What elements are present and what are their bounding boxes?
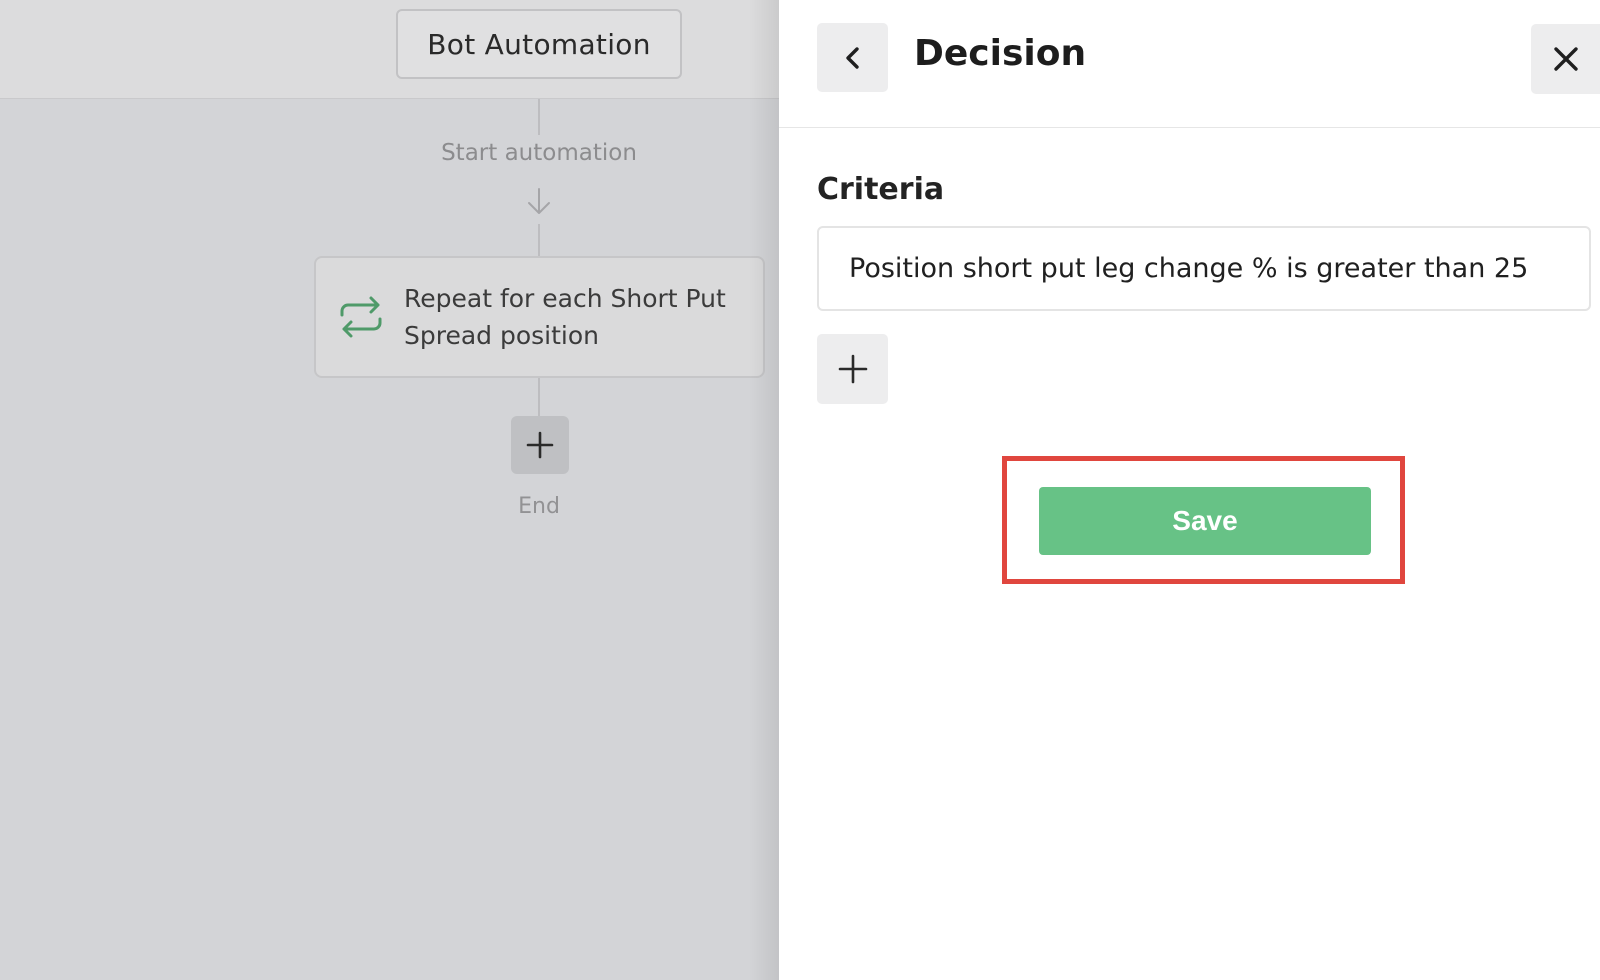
close-icon xyxy=(1553,47,1578,71)
save-button[interactable]: Save xyxy=(1039,487,1371,555)
end-label: End xyxy=(518,494,560,519)
panel-header: Decision xyxy=(779,0,1600,128)
decision-panel: Decision Criteria Position short put leg… xyxy=(779,0,1600,980)
loop-step-label-line2: Spread position xyxy=(404,321,600,350)
panel-shadow xyxy=(749,0,779,980)
automation-canvas: Bot Automation Start automation Repeat f… xyxy=(0,0,779,980)
connector-line xyxy=(538,224,540,256)
arrow-down-icon xyxy=(528,188,550,214)
loop-step-label: Repeat for each Short Put Spread positio… xyxy=(404,280,726,354)
add-criteria-button[interactable] xyxy=(817,334,888,404)
canvas-header: Bot Automation xyxy=(0,0,779,99)
start-automation-label: Start automation xyxy=(441,140,637,166)
automation-title[interactable]: Bot Automation xyxy=(396,9,682,79)
chevron-left-icon xyxy=(845,46,859,69)
close-button[interactable] xyxy=(1531,24,1600,94)
add-step-button[interactable] xyxy=(511,416,569,474)
loop-step-node[interactable]: Repeat for each Short Put Spread positio… xyxy=(314,256,765,378)
plus-icon xyxy=(526,431,554,459)
criteria-label: Criteria xyxy=(817,172,945,207)
plus-icon xyxy=(838,354,867,384)
loop-icon xyxy=(340,296,382,338)
connector-line xyxy=(538,99,540,135)
back-button[interactable] xyxy=(817,23,888,92)
panel-title: Decision xyxy=(914,33,1087,74)
connector-line xyxy=(538,378,540,416)
criteria-field[interactable]: Position short put leg change % is great… xyxy=(817,226,1591,311)
loop-step-label-line1: Repeat for each Short Put xyxy=(404,284,726,313)
